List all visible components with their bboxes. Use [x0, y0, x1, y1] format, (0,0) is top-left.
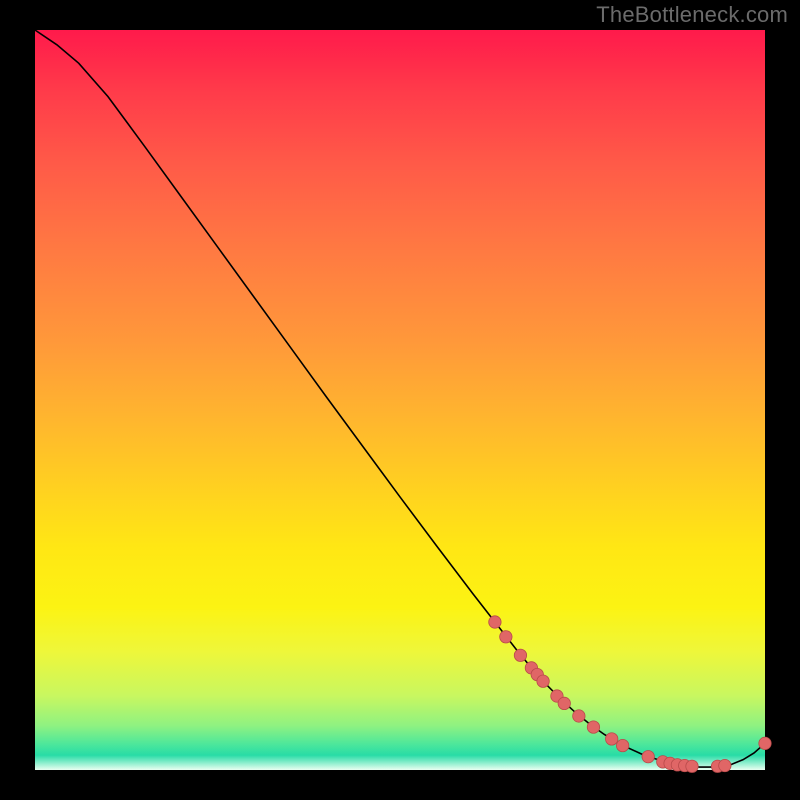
curve-marker: [759, 737, 771, 749]
curve-marker: [514, 649, 526, 661]
curve-marker: [500, 631, 512, 643]
watermark-text: TheBottleneck.com: [596, 2, 788, 28]
curve-marker: [642, 750, 654, 762]
curve-marker: [558, 697, 570, 709]
curve-marker: [573, 710, 585, 722]
bottleneck-curve: [35, 30, 765, 767]
curve-marker: [719, 759, 731, 771]
curve-marker: [537, 675, 549, 687]
chart-overlay: [35, 30, 765, 770]
curve-marker: [686, 760, 698, 772]
curve-marker: [616, 739, 628, 751]
curve-marker: [606, 733, 618, 745]
chart-frame: TheBottleneck.com: [0, 0, 800, 800]
curve-marker: [587, 721, 599, 733]
curve-marker: [489, 616, 501, 628]
